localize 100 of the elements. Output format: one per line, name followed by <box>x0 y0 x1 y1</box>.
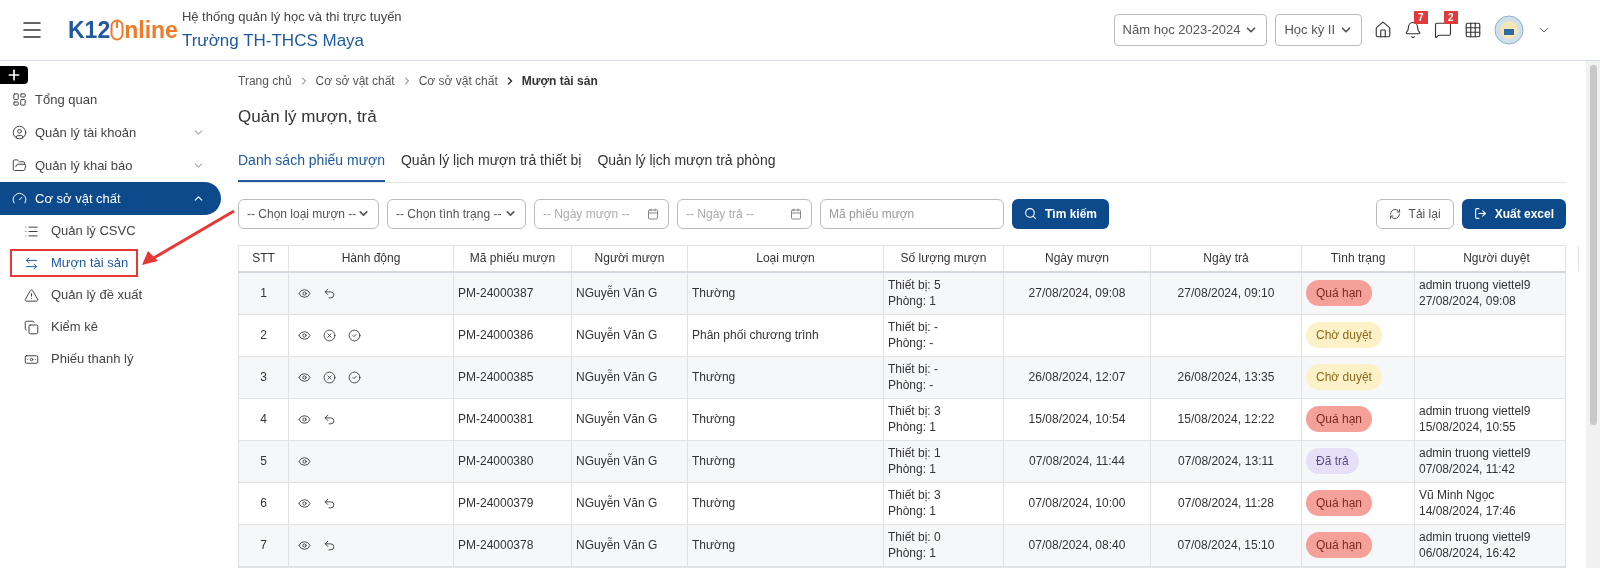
apps-grid-icon[interactable] <box>1464 21 1482 39</box>
reload-button[interactable]: Tải lại <box>1375 198 1454 229</box>
table-cell-text: admin truong viettel9 15/08/2024, 10:55 <box>1419 403 1532 435</box>
table-cell-text: admin truong viettel9 06/08/2024, 16:42 <box>1419 529 1532 561</box>
message-icon[interactable] <box>1434 21 1452 39</box>
warning-icon <box>24 287 39 303</box>
tab[interactable]: Quản lý lịch mượn trả phòng <box>597 149 776 182</box>
folder-icon <box>12 158 27 173</box>
view-icon[interactable] <box>298 538 311 552</box>
column-header: Số lượng mượn <box>884 245 1004 271</box>
logo: K12 nline <box>68 18 178 42</box>
sidebar-item[interactable]: Quản lý tài khoản <box>0 116 221 149</box>
approve-icon[interactable] <box>348 328 361 342</box>
table-cell-text: 07/08/2024, 13:11 <box>1178 453 1274 470</box>
export-icon <box>1473 207 1487 220</box>
list-icon <box>24 223 39 239</box>
term-select[interactable]: Học kỳ II <box>1275 14 1362 46</box>
sidebar-item[interactable]: Tổng quan <box>0 83 221 116</box>
undo-icon[interactable] <box>323 412 336 426</box>
school-year-select[interactable]: Năm học 2023-2024 <box>1113 14 1268 46</box>
table-cell: Thường <box>688 440 884 482</box>
notification-bell-icon[interactable] <box>1404 21 1422 39</box>
table-cell-text: 07/08/2024, 08:40 <box>1028 537 1126 554</box>
refresh-icon <box>1388 207 1401 220</box>
table-cell-text: 07/08/2024, 11:44 <box>1029 453 1125 470</box>
sidebar-item[interactable]: Cơ sở vật chất <box>0 182 221 215</box>
column-header: Ngày trả <box>1151 245 1302 271</box>
view-icon[interactable] <box>298 496 311 510</box>
table-cell: Thiết bị: - Phòng: - <box>884 356 1004 398</box>
table-cell: PM-24000385 <box>454 356 572 398</box>
table-cell: Thiết bị: 3 Phòng: 1 <box>884 482 1004 524</box>
status-badge: Quá hạn <box>1306 406 1373 432</box>
return-date-field[interactable]: -- Ngày trả -- <box>677 198 812 229</box>
breadcrumb-link[interactable]: Cơ sở vật chất <box>418 72 498 90</box>
breadcrumb-link[interactable]: Cơ sở vật chất <box>315 72 395 90</box>
undo-icon[interactable] <box>323 286 336 300</box>
table-cell-text: Vũ Minh Ngọc 14/08/2024, 17:46 <box>1419 487 1517 519</box>
view-icon[interactable] <box>298 370 311 384</box>
table-cell: Thiết bị: - Phòng: - <box>884 314 1004 356</box>
copy-icon <box>24 319 39 335</box>
sidebar-subitem[interactable]: Quản lý CSVC <box>10 217 146 245</box>
undo-icon[interactable] <box>323 538 336 552</box>
approve-icon[interactable] <box>348 370 361 384</box>
view-icon[interactable] <box>298 328 311 342</box>
column-header: Tình trạng <box>1302 245 1415 271</box>
status-badge: Quá hạn <box>1306 490 1373 516</box>
sidebar-subitem[interactable]: Kiểm kê <box>10 313 138 341</box>
status-select[interactable]: -- Chọn tình trạng -- <box>387 198 526 229</box>
table-cell: 7 <box>239 524 289 566</box>
plus-icon <box>6 67 22 83</box>
table-cell: NGuyễn Văn G <box>572 398 688 440</box>
sidebar-item[interactable]: Quản lý khai báo <box>0 149 221 182</box>
calendar-icon[interactable] <box>647 207 659 220</box>
sidebar-subitem[interactable]: Phiếu thanh lý <box>10 345 144 373</box>
table-cell: Thiết bị: 3 Phòng: 1 <box>884 398 1004 440</box>
system-name: Hệ thống quản lý học và thi trực tuyến <box>181 7 402 26</box>
table-cell-text: 07/08/2024, 10:00 <box>1028 495 1126 512</box>
export-excel-button[interactable]: Xuất excel <box>1461 198 1566 229</box>
avatar[interactable] <box>1494 15 1524 45</box>
scrollbar[interactable] <box>1586 61 1600 568</box>
table-cell-text: 27/08/2024, 09:10 <box>1177 285 1275 302</box>
breadcrumb-link[interactable]: Trang chủ <box>238 72 292 90</box>
user-icon <box>12 125 27 140</box>
message-count: 2 <box>1444 11 1458 24</box>
reject-icon[interactable] <box>323 328 336 342</box>
table-cell: 2 <box>239 314 289 356</box>
column-header: STT <box>239 245 289 271</box>
column-header: Loại mượn <box>688 245 884 271</box>
table-cell: PM-24000386 <box>454 314 572 356</box>
table-cell: 1 <box>239 272 289 314</box>
tab[interactable]: Danh sách phiếu mượn <box>238 149 385 182</box>
reject-icon[interactable] <box>323 370 336 384</box>
view-icon[interactable] <box>298 286 311 300</box>
dashboard-icon <box>12 92 27 107</box>
table-cell: NGuyễn Văn G <box>572 272 688 314</box>
sidebar-subitem[interactable]: Quản lý đề xuất <box>10 281 153 309</box>
view-icon[interactable] <box>298 454 311 468</box>
notification-count: 7 <box>1414 11 1428 24</box>
home-icon[interactable] <box>1374 21 1392 39</box>
view-icon[interactable] <box>298 412 311 426</box>
table-cell: PM-24000378 <box>454 524 572 566</box>
school-name: Trường TH-THCS Maya <box>181 30 366 52</box>
status-badge: Quá hạn <box>1306 280 1373 306</box>
loan-code-field[interactable]: Mã phiếu mượn <box>820 198 1004 229</box>
table-cell: NGuyễn Văn G <box>572 356 688 398</box>
sidebar-subitem[interactable]: Mượn tài sản <box>10 249 139 277</box>
table-cell: NGuyễn Văn G <box>572 314 688 356</box>
search-button[interactable]: Tìm kiếm <box>1012 198 1110 229</box>
swap-arrows-icon <box>24 255 39 271</box>
tab[interactable]: Quản lý lịch mượn trả thiết bị <box>400 149 582 182</box>
table-cell: Thường <box>688 524 884 566</box>
table-cell: Thiết bị: 1 Phòng: 1 <box>884 440 1004 482</box>
borrow-date-field[interactable]: -- Ngày mượn -- <box>534 198 669 229</box>
calendar-icon[interactable] <box>790 207 802 220</box>
add-button[interactable] <box>0 66 28 84</box>
table-cell-text: 07/08/2024, 15:10 <box>1177 537 1275 554</box>
undo-icon[interactable] <box>323 496 336 510</box>
column-header: Người duyệt <box>1415 245 1579 271</box>
table-cell: PM-24000387 <box>454 272 572 314</box>
loan-type-select[interactable]: -- Chọn loại mượn -- <box>238 198 379 229</box>
